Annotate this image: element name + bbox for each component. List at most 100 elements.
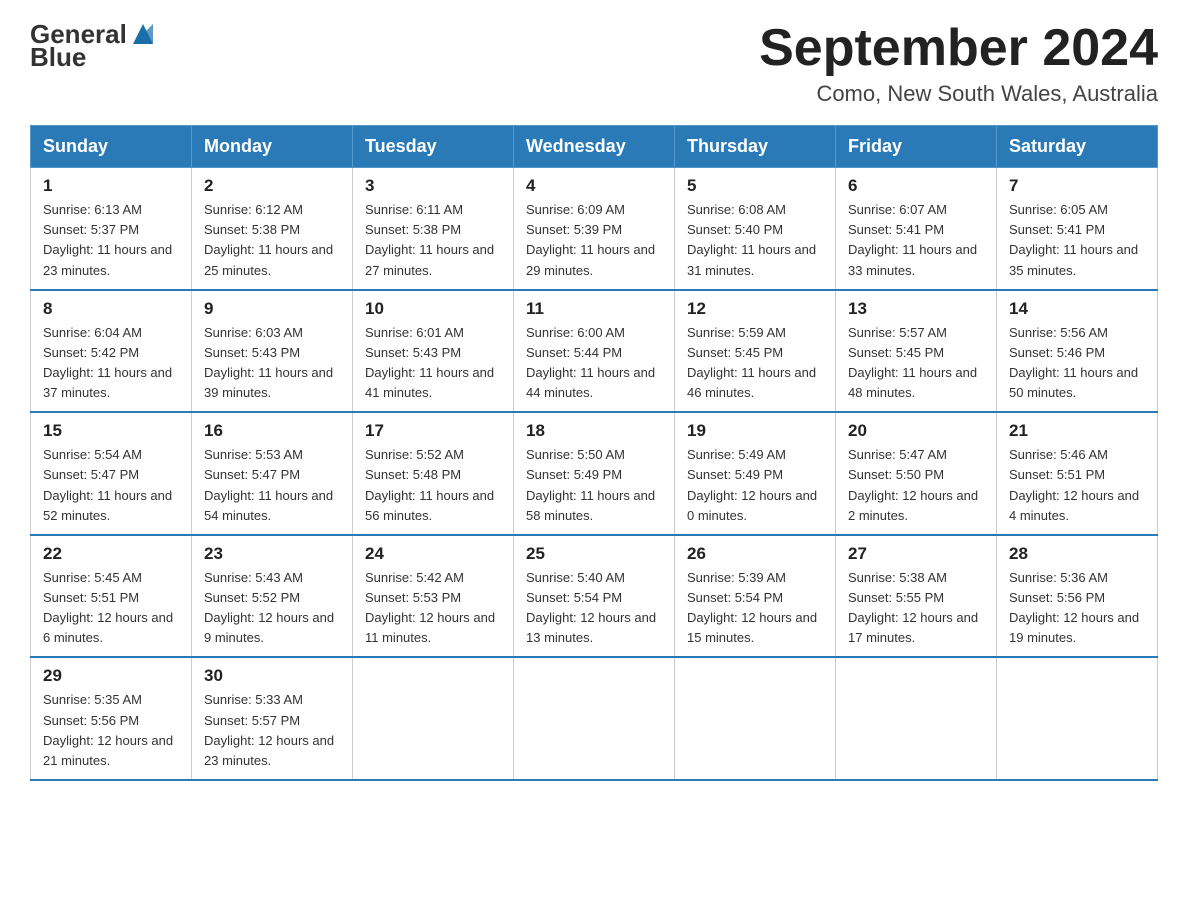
- calendar-cell: [836, 657, 997, 780]
- day-info: Sunrise: 5:33 AMSunset: 5:57 PMDaylight:…: [204, 690, 340, 771]
- calendar-cell: 28 Sunrise: 5:36 AMSunset: 5:56 PMDayligh…: [997, 535, 1158, 658]
- weekday-header-row: Sunday Monday Tuesday Wednesday Thursday…: [31, 126, 1158, 168]
- calendar-cell: [997, 657, 1158, 780]
- day-info: Sunrise: 6:08 AMSunset: 5:40 PMDaylight:…: [687, 200, 823, 281]
- day-number: 21: [1009, 421, 1145, 441]
- day-info: Sunrise: 5:56 AMSunset: 5:46 PMDaylight:…: [1009, 323, 1145, 404]
- calendar-cell: 17Sunrise: 5:52 AMSunset: 5:48 PMDayligh…: [353, 412, 514, 535]
- page-header: General Blue September 2024 Como, New So…: [30, 20, 1158, 107]
- calendar-cell: 25 Sunrise: 5:40 AMSunset: 5:54 PMDayligh…: [514, 535, 675, 658]
- day-info: Sunrise: 5:47 AMSunset: 5:50 PMDaylight:…: [848, 445, 984, 526]
- day-number: 25: [526, 544, 662, 564]
- day-number: 7: [1009, 176, 1145, 196]
- day-info: Sunrise: 5:45 AMSunset: 5:51 PMDaylight:…: [43, 568, 179, 649]
- calendar-cell: 27 Sunrise: 5:38 AMSunset: 5:55 PMDayligh…: [836, 535, 997, 658]
- day-number: 30: [204, 666, 340, 686]
- day-info: Sunrise: 5:46 AMSunset: 5:51 PMDaylight:…: [1009, 445, 1145, 526]
- day-info: Sunrise: 5:50 AMSunset: 5:49 PMDaylight:…: [526, 445, 662, 526]
- calendar-cell: 9 Sunrise: 6:03 AMSunset: 5:43 PMDaylight…: [192, 290, 353, 413]
- day-number: 3: [365, 176, 501, 196]
- calendar-cell: 13Sunrise: 5:57 AMSunset: 5:45 PMDayligh…: [836, 290, 997, 413]
- day-number: 10: [365, 299, 501, 319]
- day-number: 11: [526, 299, 662, 319]
- day-number: 22: [43, 544, 179, 564]
- day-info: Sunrise: 6:00 AMSunset: 5:44 PMDaylight:…: [526, 323, 662, 404]
- day-info: Sunrise: 5:36 AMSunset: 5:56 PMDaylight:…: [1009, 568, 1145, 649]
- header-tuesday: Tuesday: [353, 126, 514, 168]
- header-saturday: Saturday: [997, 126, 1158, 168]
- calendar-cell: 10 Sunrise: 6:01 AMSunset: 5:43 PMDayligh…: [353, 290, 514, 413]
- calendar-title-area: September 2024 Como, New South Wales, Au…: [759, 20, 1158, 107]
- calendar-cell: 12Sunrise: 5:59 AMSunset: 5:45 PMDayligh…: [675, 290, 836, 413]
- day-number: 26: [687, 544, 823, 564]
- calendar-cell: 29 Sunrise: 5:35 AMSunset: 5:56 PMDayligh…: [31, 657, 192, 780]
- calendar-cell: 8Sunrise: 6:04 AMSunset: 5:42 PMDaylight…: [31, 290, 192, 413]
- day-info: Sunrise: 6:01 AMSunset: 5:43 PMDaylight:…: [365, 323, 501, 404]
- logo: General Blue: [30, 20, 157, 70]
- day-info: Sunrise: 6:05 AMSunset: 5:41 PMDaylight:…: [1009, 200, 1145, 281]
- calendar-cell: 6 Sunrise: 6:07 AMSunset: 5:41 PMDaylight…: [836, 168, 997, 290]
- header-wednesday: Wednesday: [514, 126, 675, 168]
- calendar-cell: 11 Sunrise: 6:00 AMSunset: 5:44 PMDayligh…: [514, 290, 675, 413]
- calendar-cell: 1 Sunrise: 6:13 AMSunset: 5:37 PMDaylight…: [31, 168, 192, 290]
- calendar-cell: [353, 657, 514, 780]
- calendar-cell: 24Sunrise: 5:42 AMSunset: 5:53 PMDayligh…: [353, 535, 514, 658]
- day-info: Sunrise: 5:38 AMSunset: 5:55 PMDaylight:…: [848, 568, 984, 649]
- day-number: 28: [1009, 544, 1145, 564]
- day-number: 24: [365, 544, 501, 564]
- header-monday: Monday: [192, 126, 353, 168]
- week-row-1: 1 Sunrise: 6:13 AMSunset: 5:37 PMDaylight…: [31, 168, 1158, 290]
- day-info: Sunrise: 5:52 AMSunset: 5:48 PMDaylight:…: [365, 445, 501, 526]
- day-number: 19: [687, 421, 823, 441]
- day-info: Sunrise: 5:43 AMSunset: 5:52 PMDaylight:…: [204, 568, 340, 649]
- calendar-subtitle: Como, New South Wales, Australia: [759, 81, 1158, 107]
- day-info: Sunrise: 6:07 AMSunset: 5:41 PMDaylight:…: [848, 200, 984, 281]
- calendar-cell: [675, 657, 836, 780]
- day-number: 6: [848, 176, 984, 196]
- week-row-3: 15Sunrise: 5:54 AMSunset: 5:47 PMDayligh…: [31, 412, 1158, 535]
- calendar-cell: 5 Sunrise: 6:08 AMSunset: 5:40 PMDaylight…: [675, 168, 836, 290]
- header-sunday: Sunday: [31, 126, 192, 168]
- day-info: Sunrise: 5:40 AMSunset: 5:54 PMDaylight:…: [526, 568, 662, 649]
- day-number: 29: [43, 666, 179, 686]
- calendar-cell: 20 Sunrise: 5:47 AMSunset: 5:50 PMDayligh…: [836, 412, 997, 535]
- day-number: 9: [204, 299, 340, 319]
- week-row-5: 29 Sunrise: 5:35 AMSunset: 5:56 PMDayligh…: [31, 657, 1158, 780]
- day-info: Sunrise: 6:13 AMSunset: 5:37 PMDaylight:…: [43, 200, 179, 281]
- day-info: Sunrise: 6:11 AMSunset: 5:38 PMDaylight:…: [365, 200, 501, 281]
- calendar-cell: [514, 657, 675, 780]
- logo-icon: [129, 20, 157, 48]
- day-info: Sunrise: 6:03 AMSunset: 5:43 PMDaylight:…: [204, 323, 340, 404]
- calendar-cell: 26 Sunrise: 5:39 AMSunset: 5:54 PMDayligh…: [675, 535, 836, 658]
- calendar-title: September 2024: [759, 20, 1158, 77]
- day-info: Sunrise: 6:12 AMSunset: 5:38 PMDaylight:…: [204, 200, 340, 281]
- day-number: 18: [526, 421, 662, 441]
- calendar-cell: 23 Sunrise: 5:43 AMSunset: 5:52 PMDayligh…: [192, 535, 353, 658]
- calendar-cell: 4Sunrise: 6:09 AMSunset: 5:39 PMDaylight…: [514, 168, 675, 290]
- day-number: 16: [204, 421, 340, 441]
- logo-blue-text: Blue: [30, 44, 86, 70]
- day-info: Sunrise: 5:35 AMSunset: 5:56 PMDaylight:…: [43, 690, 179, 771]
- day-info: Sunrise: 6:09 AMSunset: 5:39 PMDaylight:…: [526, 200, 662, 281]
- calendar-body: 1 Sunrise: 6:13 AMSunset: 5:37 PMDaylight…: [31, 168, 1158, 780]
- calendar-cell: 7 Sunrise: 6:05 AMSunset: 5:41 PMDaylight…: [997, 168, 1158, 290]
- day-number: 13: [848, 299, 984, 319]
- day-number: 5: [687, 176, 823, 196]
- day-info: Sunrise: 5:49 AMSunset: 5:49 PMDaylight:…: [687, 445, 823, 526]
- day-number: 20: [848, 421, 984, 441]
- header-thursday: Thursday: [675, 126, 836, 168]
- day-number: 27: [848, 544, 984, 564]
- week-row-4: 22 Sunrise: 5:45 AMSunset: 5:51 PMDayligh…: [31, 535, 1158, 658]
- day-number: 1: [43, 176, 179, 196]
- calendar-cell: 16Sunrise: 5:53 AMSunset: 5:47 PMDayligh…: [192, 412, 353, 535]
- calendar-cell: 14 Sunrise: 5:56 AMSunset: 5:46 PMDayligh…: [997, 290, 1158, 413]
- day-number: 23: [204, 544, 340, 564]
- calendar-cell: 22 Sunrise: 5:45 AMSunset: 5:51 PMDayligh…: [31, 535, 192, 658]
- day-number: 8: [43, 299, 179, 319]
- calendar-header: Sunday Monday Tuesday Wednesday Thursday…: [31, 126, 1158, 168]
- calendar-table: Sunday Monday Tuesday Wednesday Thursday…: [30, 125, 1158, 781]
- calendar-cell: 15Sunrise: 5:54 AMSunset: 5:47 PMDayligh…: [31, 412, 192, 535]
- week-row-2: 8Sunrise: 6:04 AMSunset: 5:42 PMDaylight…: [31, 290, 1158, 413]
- day-info: Sunrise: 5:39 AMSunset: 5:54 PMDaylight:…: [687, 568, 823, 649]
- day-number: 14: [1009, 299, 1145, 319]
